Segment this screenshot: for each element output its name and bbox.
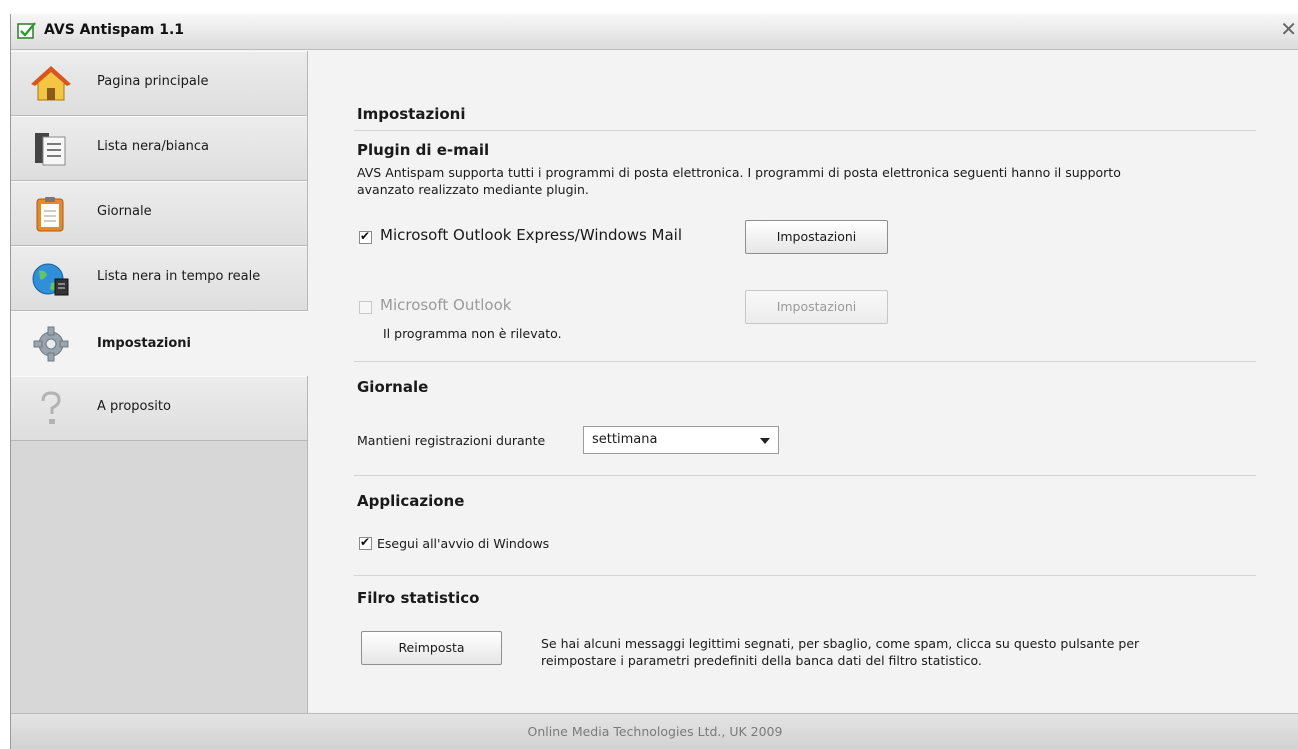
window-title: AVS Antispam 1.1 (44, 22, 185, 38)
outlook-express-checkbox[interactable] (359, 229, 372, 244)
stat-filter-description-line-2: reimpostare i parametri predefiniti dell… (541, 653, 982, 668)
sidebar-item-label: Impostazioni (97, 336, 192, 351)
status-bar: Online Media Technologies Ltd., UK 2009 (11, 713, 1298, 749)
reset-button[interactable]: Reimposta (361, 631, 502, 665)
run-at-startup-label: Esegui all'avvio di Windows (377, 536, 550, 551)
outlook-express-settings-button[interactable]: Impostazioni (745, 220, 888, 254)
divider (354, 130, 1256, 131)
stat-filter-description-line-1: Se hai alcuni messaggi legittimi segnati… (541, 636, 1140, 651)
sidebar-item-label: Lista nera/bianca (97, 139, 209, 154)
outlook-settings-button[interactable]: Impostazioni (745, 290, 888, 324)
globe-icon (32, 263, 69, 296)
app-logo-icon (17, 22, 36, 39)
question-icon (41, 391, 61, 424)
sidebar-item-label: A proposito (97, 399, 171, 414)
sidebar-item-about[interactable]: A proposito (11, 376, 307, 441)
outlook-label: Microsoft Outlook (380, 296, 512, 314)
keep-records-select[interactable]: settimana (583, 426, 779, 454)
sidebar-item-label: Giornale (97, 204, 152, 219)
sidebar: Pagina principale Lista nera/bianca Gior… (11, 51, 308, 713)
plugins-description-line-2: avanzato realizzato mediante plugin. (357, 182, 589, 197)
divider (354, 475, 1256, 476)
outlook-express-label: Microsoft Outlook Express/Windows Mail (380, 226, 683, 244)
sidebar-item-label: Lista nera in tempo reale (97, 269, 261, 284)
journal-heading: Giornale (357, 378, 429, 396)
sidebar-item-label: Pagina principale (97, 74, 209, 89)
plugins-description-line-1: AVS Antispam supporta tutti i programmi … (357, 165, 1121, 180)
title-bar[interactable]: AVS Antispam 1.1 ✕ (11, 14, 1298, 50)
status-text: Online Media Technologies Ltd., UK 2009 (527, 724, 783, 739)
sidebar-item-realtime-blacklist[interactable]: Lista nera in tempo reale (11, 246, 307, 311)
chevron-down-icon (760, 438, 770, 444)
plugins-heading: Plugin di e-mail (357, 141, 490, 159)
gear-icon (33, 326, 69, 362)
keep-records-label: Mantieni registrazioni durante (357, 433, 546, 448)
divider (354, 361, 1256, 362)
run-at-startup-checkbox[interactable] (359, 535, 372, 550)
clipboard-icon (36, 197, 64, 232)
keep-records-value: settimana (592, 432, 658, 447)
sidebar-item-home[interactable]: Pagina principale (11, 51, 307, 116)
outlook-not-detected-note: Il programma non è rilevato. (383, 326, 562, 341)
home-icon (31, 66, 71, 101)
divider (354, 575, 1256, 576)
close-icon[interactable]: ✕ (1280, 17, 1297, 41)
settings-panel: Impostazioni Plugin di e-mail AVS Antisp… (308, 51, 1298, 713)
application-heading: Applicazione (357, 492, 465, 510)
sidebar-item-blacklist[interactable]: Lista nera/bianca (11, 116, 307, 181)
stat-filter-heading: Filro statistico (357, 589, 480, 607)
page-title: Impostazioni (357, 105, 466, 123)
sidebar-item-settings[interactable]: Impostazioni (11, 311, 308, 376)
sidebar-item-journal[interactable]: Giornale (11, 181, 307, 246)
list-document-icon (35, 133, 66, 166)
app-window: AVS Antispam 1.1 ✕ Pagina principale Lis… (10, 14, 1298, 749)
outlook-checkbox[interactable] (359, 301, 372, 314)
